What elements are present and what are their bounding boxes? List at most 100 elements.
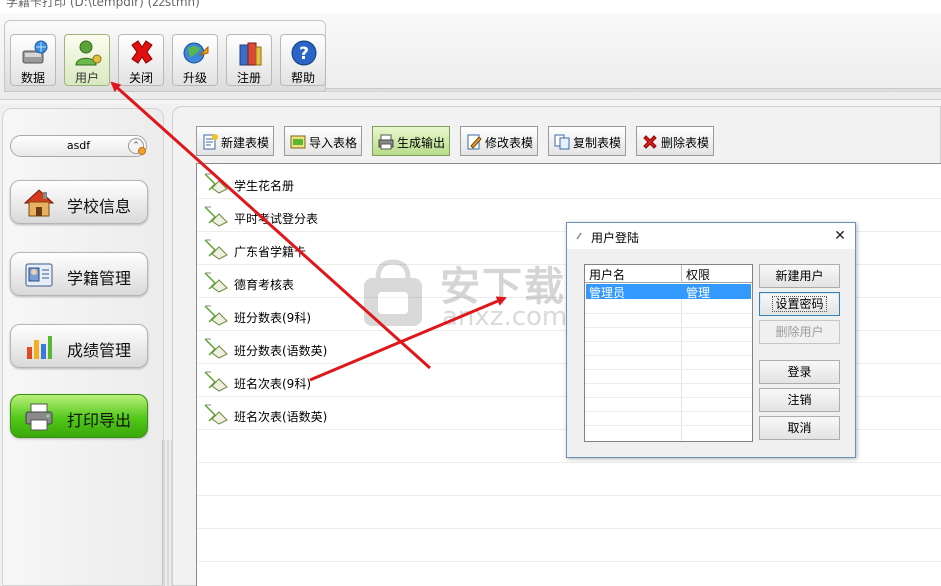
logout-button[interactable]: 注销 (759, 388, 840, 412)
template-icon (204, 173, 228, 194)
copy-template-label: 复制表模 (573, 136, 622, 150)
template-icon (204, 338, 228, 359)
new-doc-icon (203, 134, 218, 150)
grid-line (681, 299, 682, 441)
cancel-label: 取消 (787, 421, 812, 435)
upgrade-icon (183, 42, 209, 64)
svg-text:?: ? (299, 44, 309, 64)
row-username: 管理员 (589, 286, 626, 300)
list-empty-row (197, 496, 941, 529)
login-label: 登录 (787, 365, 812, 379)
import-table-button[interactable]: 导入表格 (284, 126, 362, 156)
sidebar-item-student-records[interactable]: 学籍管理 (10, 252, 148, 296)
edit-template-button[interactable]: 修改表模 (460, 126, 538, 156)
template-action-bar: 新建表模 导入表格 生成输出 修改表模 复制表模 删除表模 (196, 126, 941, 158)
output-icon (378, 134, 394, 150)
table-row[interactable]: 管理员 管理 (586, 284, 751, 300)
copy-template-button[interactable]: 复制表模 (548, 126, 626, 156)
toolbar-register-button[interactable]: 注册 (226, 34, 272, 86)
toolbar-close-button[interactable]: 关闭 (118, 34, 164, 86)
grid-line (585, 411, 752, 412)
grid-line (585, 327, 752, 328)
new-template-label: 新建表模 (221, 136, 270, 150)
logout-label: 注销 (787, 393, 812, 407)
toolbar-help-button[interactable]: ? 帮助 (280, 34, 326, 86)
toolbar-register-label: 注册 (236, 71, 261, 85)
sidebar-item-print-export[interactable]: 打印导出 (10, 394, 148, 438)
column-header-permission[interactable]: 权限 (686, 266, 710, 283)
edit-icon (467, 134, 482, 150)
template-icon (204, 206, 228, 227)
new-user-label: 新建用户 (775, 269, 824, 283)
generate-output-button[interactable]: 生成输出 (372, 126, 450, 156)
delete-user-label: 删除用户 (775, 325, 824, 339)
dialog-close-icon[interactable]: ✕ (829, 225, 851, 247)
toolbar-data-button[interactable]: 数据 (10, 34, 56, 86)
set-password-label: 设置密码 (772, 296, 827, 312)
grid-line (585, 369, 752, 370)
delete-user-button: 删除用户 (759, 320, 840, 344)
toolbar-data-label: 数据 (20, 71, 45, 85)
window-title: 学籍卡打印 (D:\tempdir) (zzstmn) (6, 0, 200, 9)
grid-line (585, 313, 752, 314)
sidebar-item-label: 打印导出 (67, 411, 132, 430)
toolbar-user-button[interactable]: 用户 (64, 34, 110, 86)
sidebar-item-label: 成绩管理 (67, 341, 132, 360)
delete-template-button[interactable]: 删除表模 (636, 126, 714, 156)
sidebar-item-school-info[interactable]: 学校信息 (10, 180, 148, 224)
grid-line (585, 355, 752, 356)
generate-output-label: 生成输出 (397, 136, 446, 150)
toolbar-help-label: 帮助 (290, 71, 315, 85)
toolbar-upgrade-label: 升级 (182, 71, 207, 85)
list-item-label: 班分数表(9科) (234, 311, 311, 325)
list-empty-row (197, 463, 941, 496)
sidebar-scrollbar[interactable] (162, 440, 172, 586)
template-icon (204, 305, 228, 326)
template-icon (204, 272, 228, 293)
toolbar-close-label: 关闭 (128, 71, 153, 85)
status-dot-icon (138, 147, 146, 155)
toolbar-upgrade-button[interactable]: 升级 (172, 34, 218, 86)
toolbar-divider (326, 88, 941, 92)
template-icon (204, 404, 228, 425)
list-item-label: 德育考核表 (234, 278, 295, 292)
delete-template-label: 删除表模 (661, 136, 710, 150)
toolbar-user-label: 用户 (74, 71, 99, 85)
user-select-value: asdf (66, 139, 91, 152)
user-select[interactable]: asdf ⌃ (10, 135, 147, 157)
user-list-header: 用户名 权限 (585, 265, 752, 283)
delete-icon (643, 135, 657, 149)
user-login-dialog: 用户登陆 ✕ 用户名 权限 管理员 管理 新建用户 设置密码 删除用户 登录 注… (566, 222, 856, 458)
student-card-icon (25, 263, 53, 287)
sidebar-item-label: 学籍管理 (67, 269, 132, 288)
bar-chart-icon (27, 336, 52, 359)
database-icon (22, 40, 48, 64)
row-permission: 管理 (686, 286, 711, 300)
printer-icon (25, 403, 53, 431)
import-table-label: 导入表格 (309, 136, 358, 150)
set-password-button[interactable]: 设置密码 (759, 292, 840, 316)
list-item-label: 广东省学籍卡 (234, 245, 307, 259)
new-user-button[interactable]: 新建用户 (759, 264, 840, 288)
dialog-title: 用户登陆 (591, 231, 640, 245)
template-icon (204, 239, 228, 260)
edit-template-label: 修改表模 (485, 136, 534, 150)
grid-line (585, 425, 752, 426)
grid-line (585, 383, 752, 384)
sidebar-item-grades[interactable]: 成绩管理 (10, 324, 148, 368)
window-title-bar: 学籍卡打印 (D:\tempdir) (zzstmn) (0, 0, 941, 14)
close-icon (131, 40, 153, 64)
register-icon (239, 42, 262, 66)
user-list: 用户名 权限 管理员 管理 (584, 264, 753, 442)
list-item[interactable]: 学生花名册 (197, 166, 941, 199)
list-empty-row (197, 529, 941, 562)
login-button[interactable]: 登录 (759, 360, 840, 384)
app-icon (576, 232, 582, 240)
grid-line (585, 341, 752, 342)
list-item-label: 班分数表(语数英) (234, 344, 328, 358)
new-template-button[interactable]: 新建表模 (196, 126, 274, 156)
cancel-button[interactable]: 取消 (759, 416, 840, 440)
list-item-label: 班名次表(9科) (234, 377, 311, 391)
column-header-username[interactable]: 用户名 (589, 266, 625, 283)
column-separator[interactable] (681, 265, 682, 283)
